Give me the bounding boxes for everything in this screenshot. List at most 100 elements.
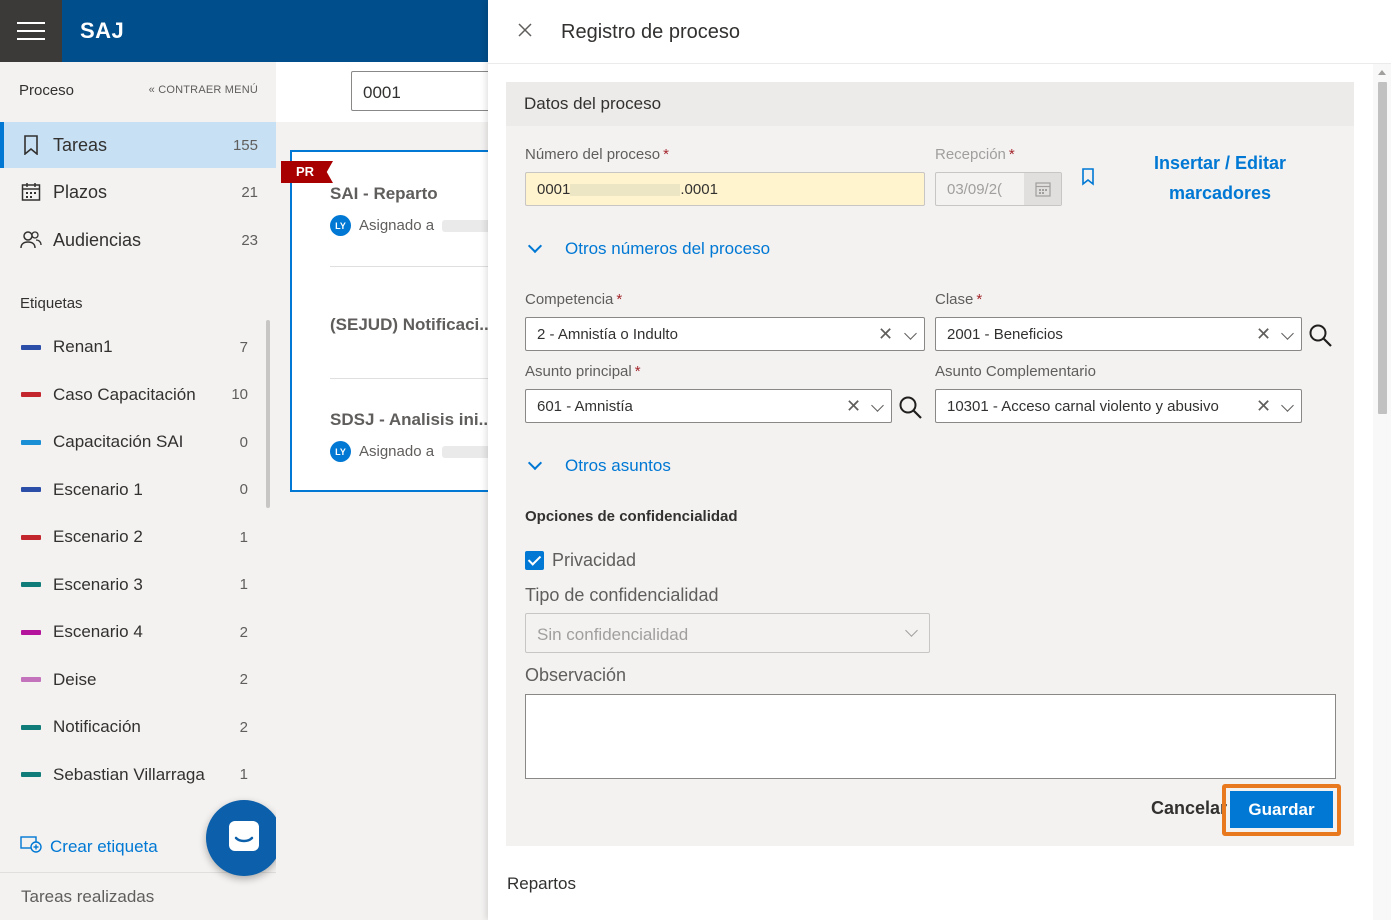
competencia-select[interactable]: 2 - Amnistía o Indulto ✕: [525, 317, 925, 351]
priority-badge: PR: [281, 161, 333, 183]
assigned-label: Asignado a: [359, 443, 435, 460]
observation-textarea[interactable]: [525, 694, 1336, 779]
tag-item[interactable]: Escenario 3 1: [0, 562, 276, 608]
tag-count: 0: [239, 433, 248, 451]
clase-select[interactable]: 2001 - Beneficios ✕: [935, 317, 1302, 351]
tag-label: Escenario 4: [53, 622, 143, 641]
clear-icon[interactable]: ✕: [878, 324, 893, 345]
chat-widget-button[interactable]: [206, 800, 282, 876]
tag-item[interactable]: Capacitación SAI 0: [0, 419, 276, 465]
app-brand: SAJ: [80, 18, 125, 43]
chevron-down-icon[interactable]: [1281, 327, 1294, 340]
redacted-number: [570, 184, 681, 197]
reception-label: Recepción *: [935, 146, 1015, 163]
drawer-title: Registro de proceso: [561, 21, 740, 43]
tag-count: 1: [239, 528, 248, 546]
drawer-scrollbar[interactable]: [1373, 64, 1391, 920]
tag-count: 1: [239, 576, 248, 593]
asunto-principal-label: Asunto principal *: [525, 363, 641, 380]
sidebar-item-audiencias[interactable]: Audiencias 23: [0, 217, 276, 263]
sidebar-item-tareas[interactable]: Tareas 155: [0, 122, 276, 168]
redacted-name: [442, 445, 493, 458]
insert-edit-bookmarks-link[interactable]: Insertar / Editar marcadores: [1135, 148, 1305, 208]
tag-color-swatch: [21, 629, 41, 635]
tag-label: Sebastian Villarraga: [53, 764, 205, 784]
search-icon[interactable]: [1308, 323, 1334, 349]
completed-tasks-label: Tareas realizadas: [21, 887, 155, 906]
sidebar-item-count: 155: [232, 136, 258, 154]
collapse-menu-button[interactable]: « CONTRAER MENÚ: [149, 84, 258, 96]
asunto-complementario-label: Asunto Complementario: [935, 363, 1096, 380]
chevron-down-icon[interactable]: [904, 327, 917, 340]
tag-count: 1: [239, 766, 248, 783]
task-card-panel: SAI - Reparto LY Asignado a (SEJUD) Noti…: [290, 150, 505, 492]
privacy-checkbox[interactable]: [525, 551, 544, 570]
tag-item[interactable]: Escenario 1 0: [0, 467, 276, 513]
other-subjects-toggle[interactable]: Otros asuntos: [565, 456, 671, 476]
tag-item[interactable]: Deise 2: [0, 657, 276, 703]
privacy-label: Privacidad: [552, 550, 637, 570]
asunto-complementario-select[interactable]: 10301 - Acceso carnal violento y abusivo…: [935, 389, 1302, 423]
sidebar-item-count: 21: [241, 183, 258, 201]
clear-icon[interactable]: ✕: [846, 396, 861, 417]
task-list-area: 0001 SAI - Reparto LY Asignado a (SEJUD)…: [276, 62, 505, 920]
process-search-input[interactable]: 0001: [351, 71, 501, 111]
tag-item[interactable]: Caso Capacitación 10: [0, 372, 276, 418]
chevron-down-icon[interactable]: [871, 399, 884, 412]
clear-icon[interactable]: ✕: [1256, 324, 1271, 345]
task-card-title[interactable]: SDSJ - Analisis ini...: [330, 410, 493, 430]
sidebar-item-count: 23: [241, 231, 258, 249]
divider: [330, 266, 505, 267]
bookmark-icon[interactable]: [1081, 168, 1095, 191]
section-title: Datos del proceso: [524, 94, 662, 113]
task-card-title[interactable]: SAI - Reparto: [330, 184, 438, 204]
other-numbers-toggle[interactable]: Otros números del proceso: [565, 239, 770, 259]
task-card-assignee: LY Asignado a: [330, 441, 493, 462]
divider: [330, 378, 505, 379]
tag-color-swatch: [21, 534, 41, 540]
avatar: LY: [330, 441, 351, 462]
scroll-thumb[interactable]: [1378, 82, 1387, 414]
confidentiality-title: Opciones de confidencialidad: [525, 508, 738, 525]
clear-icon[interactable]: ✕: [1256, 396, 1271, 417]
create-tag-label: Crear etiqueta: [50, 836, 158, 856]
tag-count: 2: [239, 718, 248, 736]
sidebar-scrollbar[interactable]: [266, 320, 270, 508]
confidentiality-type-label: Tipo de confidencialidad: [525, 585, 719, 605]
cancel-button[interactable]: Cancelar: [1151, 798, 1227, 819]
asunto-principal-select[interactable]: 601 - Amnistía ✕: [525, 389, 892, 423]
tag-count: 7: [239, 338, 248, 356]
close-icon[interactable]: [515, 20, 535, 40]
scroll-up-icon[interactable]: [1378, 70, 1386, 75]
tag-count: 0: [239, 481, 248, 498]
tag-item[interactable]: Renan1 7: [0, 324, 276, 370]
confidentiality-type-select: Sin confidencialidad: [525, 613, 930, 653]
tag-item[interactable]: Notificación 2: [0, 704, 276, 750]
observation-label: Observación: [525, 665, 627, 685]
chevron-down-icon[interactable]: [1281, 399, 1294, 412]
bookmark-icon: [20, 134, 42, 156]
sidebar-item-label: Plazos: [53, 181, 108, 202]
task-card-title[interactable]: (SEJUD) Notificaci...: [330, 315, 493, 335]
tag-item[interactable]: Escenario 2 1: [0, 514, 276, 560]
sidebar: Proceso « CONTRAER MENÚ Tareas 155 Plazo…: [0, 62, 276, 920]
calendar-icon: [1024, 173, 1061, 205]
sidebar-item-plazos[interactable]: Plazos 21: [0, 169, 276, 215]
completed-tasks-item[interactable]: Tareas realizadas: [0, 872, 276, 920]
task-card-assignee: LY Asignado a: [330, 215, 493, 236]
tag-label: Caso Capacitación: [53, 384, 196, 404]
people-icon: [20, 229, 42, 251]
assigned-label: Asignado a: [359, 217, 435, 234]
tag-item[interactable]: Escenario 4 2: [0, 609, 276, 655]
tag-color-swatch: [21, 439, 41, 445]
process-registration-drawer: Registro de proceso Datos del proceso Nú…: [488, 0, 1391, 920]
tag-color-swatch: [21, 724, 41, 730]
tag-item[interactable]: Sebastian Villarraga 1: [0, 752, 276, 798]
create-tag-link[interactable]: Crear etiqueta: [20, 835, 158, 858]
hamburger-menu-button[interactable]: [0, 0, 62, 62]
search-icon[interactable]: [898, 395, 924, 421]
save-button[interactable]: Guardar: [1230, 791, 1333, 828]
tag-color-swatch: [21, 392, 41, 397]
process-number-field[interactable]: 0001.0001: [525, 172, 925, 206]
process-number-label: Número del proceso *: [525, 146, 669, 163]
